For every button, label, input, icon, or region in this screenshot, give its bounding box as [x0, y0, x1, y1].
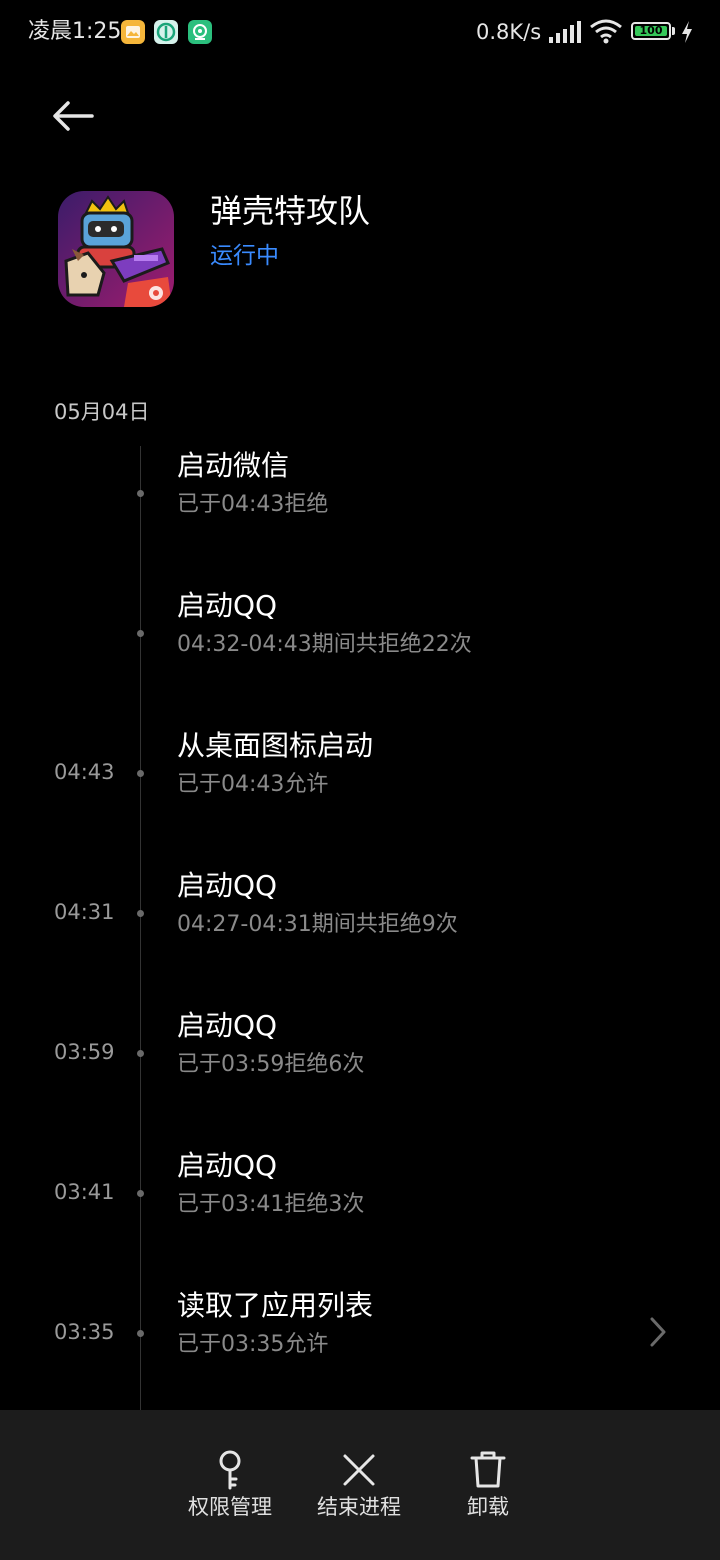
back-button[interactable] — [50, 96, 96, 136]
entry-time: 04:31 — [54, 900, 115, 924]
timeline-entry: 04:31 启动QQ 04:27-04:31期间共拒绝9次 — [0, 869, 720, 1008]
entry-time: 03:41 — [54, 1180, 115, 1204]
timeline-dot — [137, 630, 144, 637]
entry-subtitle: 已于03:59拒绝6次 — [177, 1052, 365, 1077]
timeline-dot — [137, 1190, 144, 1197]
entry-subtitle: 已于03:35允许 — [177, 1332, 329, 1357]
timeline-entry: 03:59 启动QQ 已于03:59拒绝6次 — [0, 1009, 720, 1148]
bottom-action-bar: 权限管理 结束进程 卸载 — [0, 1410, 720, 1560]
uninstall-label: 卸载 — [467, 1495, 509, 1519]
game-app-icon — [58, 191, 174, 307]
timeline-entry: 03:41 启动QQ 已于03:41拒绝3次 — [0, 1149, 720, 1288]
timeline-dot — [137, 770, 144, 777]
timeline-entry: 启动微信 已于04:43拒绝 — [0, 449, 720, 588]
wifi-icon — [589, 18, 623, 48]
uninstall-button[interactable]: 卸载 — [428, 1410, 548, 1560]
entry-title: 读取了应用列表 — [177, 1289, 374, 1322]
entry-subtitle: 已于04:43拒绝 — [177, 492, 329, 517]
gallery-icon — [121, 20, 145, 44]
battery-icon: 100 — [631, 22, 671, 40]
entry-title: 启动QQ — [177, 1149, 278, 1182]
chevron-right-icon — [648, 1315, 668, 1353]
timeline-dot — [137, 1330, 144, 1337]
security-shield-icon — [154, 20, 178, 44]
permissions-label: 权限管理 — [188, 1495, 272, 1519]
entry-subtitle: 已于04:43允许 — [177, 772, 329, 797]
battery-level: 100 — [635, 25, 667, 37]
app-running-status: 运行中 — [210, 243, 279, 269]
timeline-dot — [137, 910, 144, 917]
end-process-button[interactable]: 结束进程 — [299, 1410, 419, 1560]
entry-title: 启动QQ — [177, 1009, 278, 1042]
app-name: 弹壳特攻队 — [210, 192, 371, 230]
close-icon — [337, 1448, 381, 1492]
entry-subtitle: 已于03:41拒绝3次 — [177, 1192, 365, 1217]
entry-title: 启动QQ — [177, 589, 278, 622]
entry-time: 04:43 — [54, 760, 115, 784]
timeline-dot — [137, 1050, 144, 1057]
entry-subtitle: 04:32-04:43期间共拒绝22次 — [177, 632, 472, 657]
signal-icon — [548, 20, 582, 48]
end-process-label: 结束进程 — [317, 1495, 401, 1519]
arrow-left-icon — [50, 101, 96, 140]
trash-icon — [466, 1448, 510, 1492]
timeline-date: 05月04日 — [54, 400, 150, 424]
charging-bolt-icon — [680, 20, 694, 48]
entry-time: 03:35 — [54, 1320, 115, 1344]
entry-title: 启动QQ — [177, 869, 278, 902]
entry-subtitle: 04:27-04:31期间共拒绝9次 — [177, 912, 458, 937]
status-time: 凌晨1:25 — [28, 19, 122, 44]
timeline-entry: 04:43 从桌面图标启动 已于04:43允许 — [0, 729, 720, 868]
timeline-entry: 启动QQ 04:32-04:43期间共拒绝22次 — [0, 589, 720, 728]
status-bar: 凌晨1:25 0.8K/s 100 — [0, 0, 720, 64]
timeline-dot — [137, 490, 144, 497]
battery-cap — [672, 27, 675, 35]
network-speed: 0.8K/s — [476, 20, 542, 44]
entry-title: 从桌面图标启动 — [177, 729, 374, 762]
permissions-button[interactable]: 权限管理 — [170, 1410, 290, 1560]
key-icon — [208, 1448, 252, 1492]
entry-title: 启动微信 — [177, 449, 290, 482]
antivirus-icon — [188, 20, 212, 44]
entry-time: 03:59 — [54, 1040, 115, 1064]
